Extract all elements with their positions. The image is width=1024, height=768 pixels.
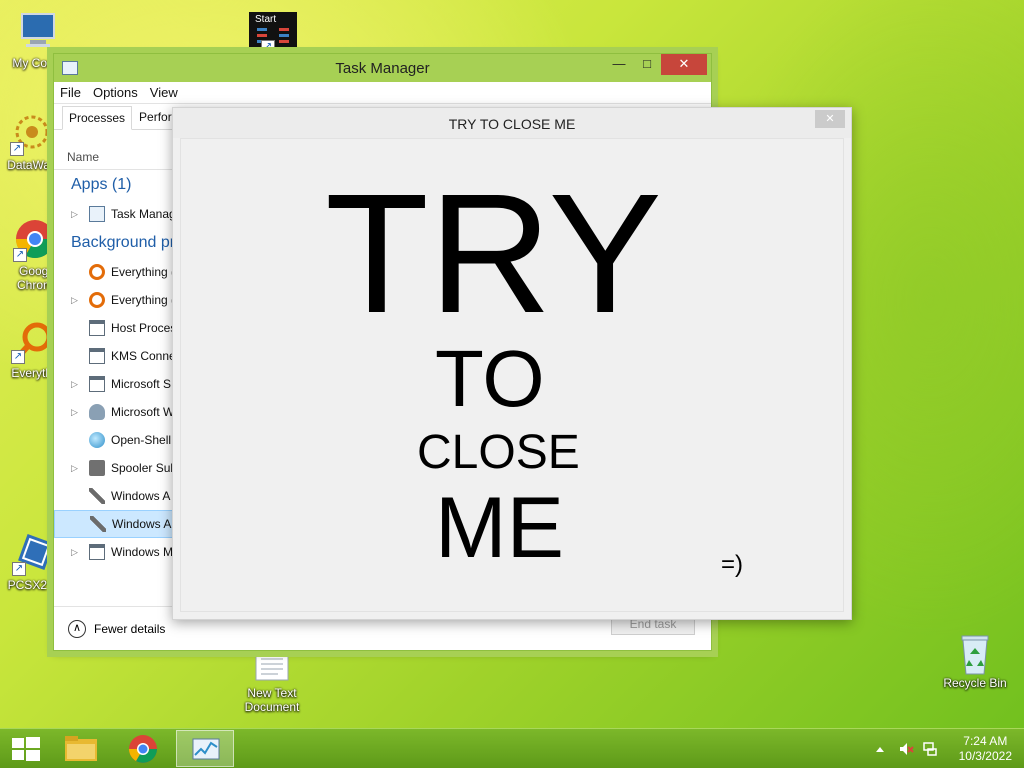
key-icon	[90, 516, 106, 532]
speaker-muted-icon[interactable]	[898, 741, 914, 757]
network-icon[interactable]	[922, 741, 938, 757]
process-name: Windows A	[111, 489, 171, 503]
expand-chevron-icon[interactable]: ▷	[71, 379, 89, 390]
datawag-icon: ↗	[10, 112, 54, 156]
maximize-button[interactable]: □	[633, 54, 661, 75]
process-name: Microsoft W	[111, 405, 175, 419]
desktop-icon-new-text-document[interactable]: New Text Document	[237, 650, 307, 714]
column-name-header[interactable]: Name	[67, 150, 99, 164]
folder-icon	[65, 736, 97, 761]
everything-icon: ↗	[11, 320, 55, 364]
process-name: Microsoft S	[111, 377, 172, 391]
printer-icon	[89, 460, 105, 476]
process-name: Host Proces	[111, 321, 177, 335]
expand-chevron-icon[interactable]: ▷	[71, 407, 89, 418]
start-button[interactable]	[0, 730, 58, 767]
clock-date: 10/3/2022	[958, 749, 1012, 763]
desktop-icon-recycle-bin[interactable]: Recycle Bin	[940, 630, 1010, 690]
tray-overflow-chevron-icon[interactable]	[875, 745, 885, 753]
user-icon	[89, 404, 105, 420]
big-text-close: CLOSE	[417, 426, 580, 479]
expand-chevron-icon[interactable]: ▷	[71, 547, 89, 558]
everything-icon	[89, 264, 105, 280]
text-document-icon	[250, 650, 294, 684]
chrome-icon	[129, 735, 157, 763]
window-icon	[89, 544, 105, 560]
everything-icon	[89, 292, 105, 308]
process-name: Everything (	[111, 265, 176, 279]
shortcut-arrow-icon: ↗	[13, 248, 27, 262]
menu-bar: File Options View	[54, 82, 711, 104]
key-icon	[89, 488, 105, 504]
try-to-close-me-window[interactable]: TRY TO CLOSE ME ✕ TRY TO CLOSE ME =)	[172, 107, 852, 620]
window-title: TRY TO CLOSE ME	[448, 116, 576, 132]
taskbar-file-explorer[interactable]	[52, 730, 110, 767]
expand-chevron-icon[interactable]: ▷	[71, 463, 89, 474]
expand-chevron-icon[interactable]: ▷	[71, 295, 89, 306]
process-name: Task Manag	[111, 207, 176, 221]
process-name: Windows A	[112, 517, 172, 531]
recycle-bin-icon	[953, 630, 997, 675]
chrome-icon: ↗	[13, 218, 57, 262]
task-manager-titlebar[interactable]: Task Manager — □ ✕	[54, 54, 711, 82]
big-text-try: TRY	[325, 159, 662, 349]
clock-time: 7:24 AM	[963, 734, 1008, 748]
tab-processes[interactable]: Processes	[62, 106, 133, 130]
start-shortcut-icon: Start ↗	[249, 12, 297, 54]
shell-icon	[89, 432, 105, 448]
process-name: Everything (	[111, 293, 176, 307]
desktop-icon-label: Recycle Bin	[943, 676, 1007, 690]
desktop-icon-label: Googl Chrom	[16, 264, 53, 292]
big-text-me: ME	[435, 480, 564, 576]
smiley-text: =)	[721, 551, 744, 578]
process-name: Open-Shell	[111, 433, 172, 447]
fewer-details-link[interactable]: Fewer details	[94, 622, 165, 636]
shortcut-arrow-icon: ↗	[10, 142, 24, 156]
pcsx2-icon: ↗	[12, 532, 56, 576]
computer-icon	[16, 10, 60, 54]
prank-content: TRY TO CLOSE ME =)	[180, 138, 844, 612]
shortcut-arrow-icon: ↗	[261, 40, 275, 54]
taskbar: 7:24 AM 10/3/2022	[0, 728, 1024, 768]
menu-file[interactable]: File	[60, 85, 81, 100]
taskbar-task-manager[interactable]	[176, 730, 234, 767]
shortcut-arrow-icon: ↗	[11, 350, 25, 364]
close-button[interactable]: ✕	[661, 54, 707, 75]
taskbar-chrome[interactable]	[114, 730, 172, 767]
shortcut-arrow-icon: ↗	[12, 562, 26, 576]
expand-chevron-icon[interactable]: ▷	[71, 209, 89, 220]
windows-logo-icon	[12, 737, 40, 761]
process-name: KMS Conne	[111, 349, 176, 363]
close-button[interactable]: ✕	[815, 110, 845, 128]
minimize-button[interactable]: —	[605, 54, 633, 75]
desktop-icon-start[interactable]: Start ↗	[238, 12, 308, 54]
window-icon	[89, 376, 105, 392]
process-name: Spooler Sub	[111, 461, 178, 475]
task-manager-icon	[192, 738, 220, 760]
menu-options[interactable]: Options	[93, 85, 138, 100]
big-text-to: TO	[435, 334, 545, 423]
process-name: Windows M	[111, 545, 174, 559]
task-manager-icon	[89, 206, 105, 222]
prank-titlebar[interactable]: TRY TO CLOSE ME ✕	[173, 108, 851, 138]
menu-view[interactable]: View	[150, 85, 178, 100]
window-icon	[89, 348, 105, 364]
window-icon	[89, 320, 105, 336]
taskbar-clock[interactable]: 7:24 AM 10/3/2022	[959, 734, 1012, 764]
desktop-icon-label: New Text Document	[244, 686, 300, 714]
chevron-up-icon[interactable]: ∧	[68, 619, 86, 638]
